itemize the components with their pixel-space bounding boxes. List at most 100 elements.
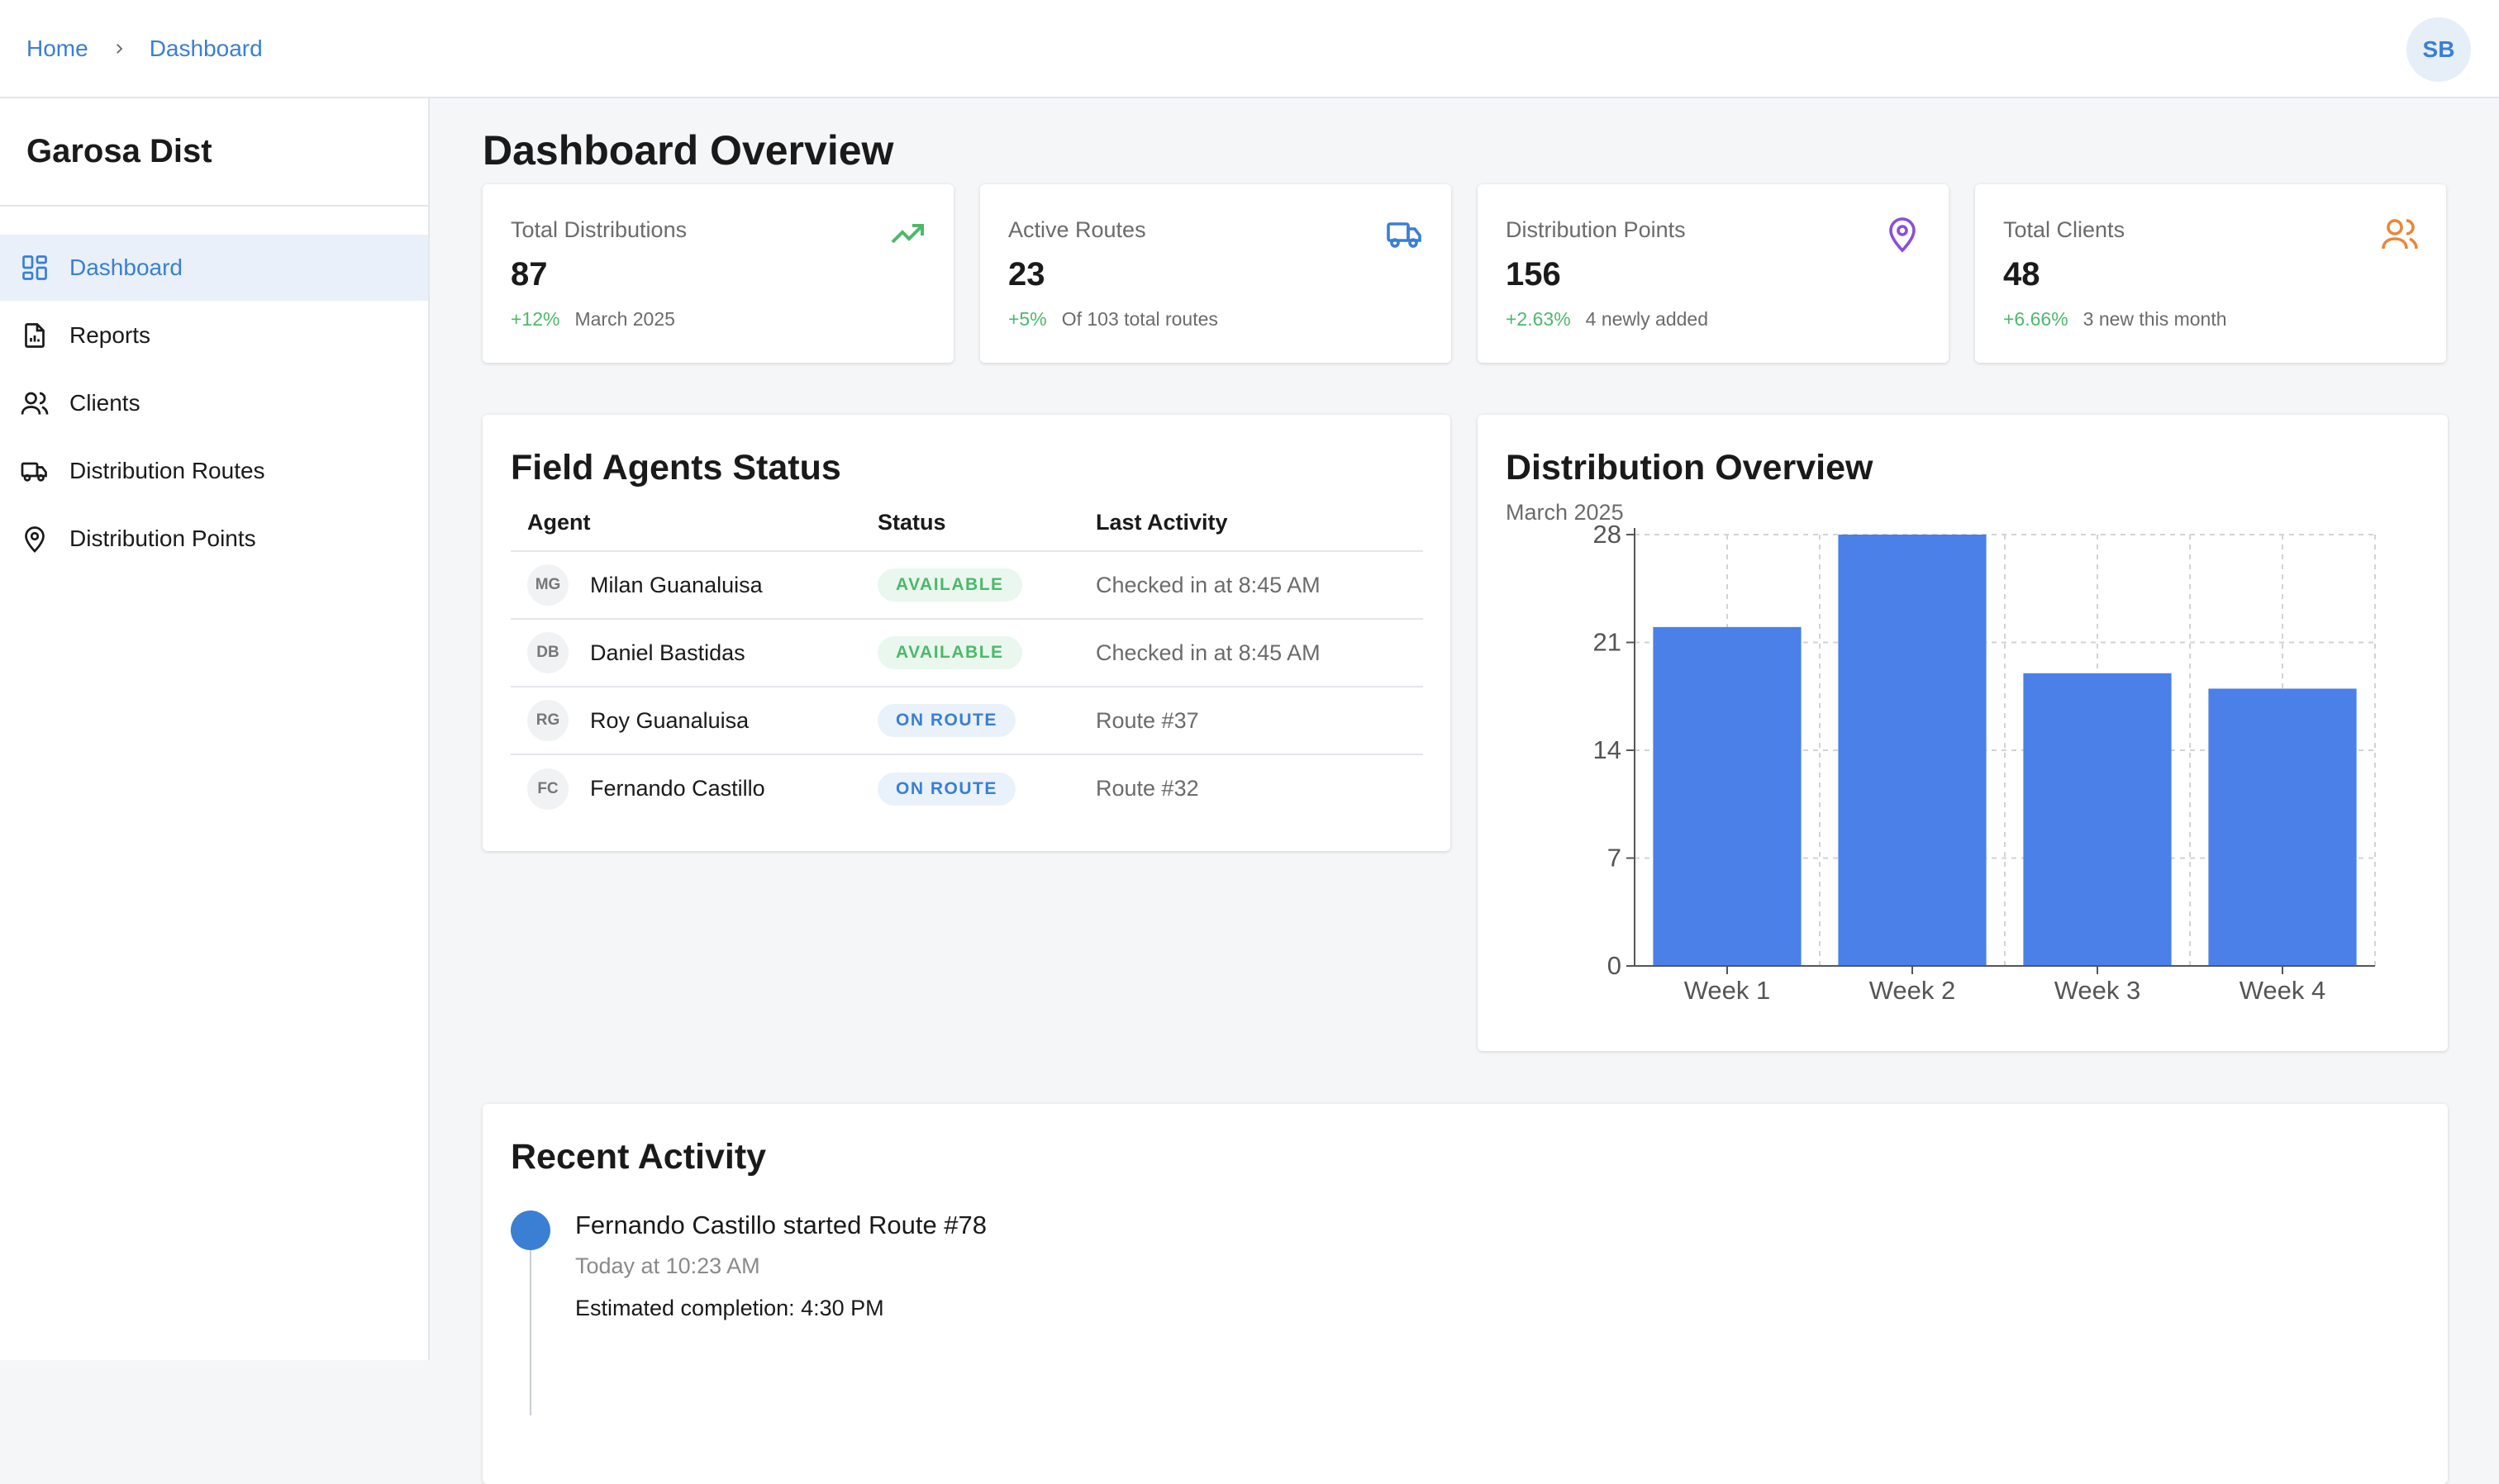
chart-bar: [2208, 688, 2357, 966]
x-tick-label: Week 3: [2054, 976, 2141, 1005]
stat-card-total-distributions: Total Distributions 87 +12% March 2025: [483, 184, 954, 363]
users-icon: [2380, 214, 2420, 254]
users-icon: [20, 388, 50, 418]
column-header-status: Status: [861, 503, 1079, 552]
status-badge: AVAILABLE: [878, 568, 1022, 602]
sidebar-item-distribution-routes[interactable]: Distribution Routes: [0, 438, 428, 504]
sidebar-item-label: Dashboard: [69, 254, 183, 280]
chevron-right-icon: [112, 41, 126, 56]
table-row[interactable]: DB Daniel Bastidas AVAILABLE Checked in a…: [511, 619, 1423, 687]
stat-card-active-routes: Active Routes 23 +5% Of 103 total routes: [980, 184, 1451, 363]
y-tick-label: 21: [1593, 628, 1621, 657]
last-activity: Checked in at 8:45 AM: [1079, 551, 1423, 620]
last-activity: Checked in at 8:45 AM: [1079, 619, 1423, 687]
distribution-overview-card: Distribution Overview March 2025 0 7 14 21 2…: [1478, 415, 2448, 1051]
activity-title: Fernando Castillo started Route #78: [575, 1211, 988, 1239]
activity-item[interactable]: Fernando Castillo started Route #78 Toda…: [575, 1211, 2420, 1321]
agent-avatar: FC: [527, 768, 569, 810]
status-badge: AVAILABLE: [878, 636, 1022, 669]
truck-icon: [20, 456, 50, 486]
sidebar-item-label: Distribution Routes: [69, 458, 265, 483]
sidebar-item-label: Clients: [69, 390, 140, 416]
stat-card-total-clients: Total Clients 48 +6.66% 3 new this month: [1975, 184, 2446, 363]
sidebar-item-reports[interactable]: Reports: [0, 302, 428, 369]
stat-delta: +12%: [511, 308, 560, 330]
y-tick-label: 7: [1607, 844, 1621, 873]
sidebar-item-clients[interactable]: Clients: [0, 370, 428, 436]
report-document-icon: [20, 321, 50, 350]
agent-avatar: MG: [527, 564, 569, 606]
activity-time: Today at 10:23 AM: [575, 1253, 760, 1278]
stat-label: Active Routes: [1008, 217, 1146, 242]
x-tick-label: Week 2: [1869, 976, 1956, 1005]
column-header-last-activity: Last Activity: [1079, 503, 1423, 552]
agent-name: Milan Guanaluisa: [590, 572, 763, 597]
stat-note: March 2025: [574, 308, 675, 330]
sidebar-item-label: Distribution Points: [69, 526, 256, 551]
sidebar-item-distribution-points[interactable]: Distribution Points: [0, 506, 428, 572]
activity-detail: Estimated completion: 4:30 PM: [575, 1296, 884, 1320]
agent-name: Fernando Castillo: [590, 776, 765, 801]
sidebar-item-label: Reports: [69, 322, 151, 348]
map-pin-icon: [20, 524, 50, 554]
stat-value: 156: [1506, 256, 1561, 293]
activity-timeline: Fernando Castillo started Route #78 Toda…: [511, 1211, 2420, 1415]
breadcrumb: Home Dashboard: [26, 36, 263, 62]
truck-icon: [1385, 214, 1425, 254]
field-agents-table: Agent Status Last Activity MG Milan Guana…: [511, 503, 1423, 822]
stat-value: 48: [2003, 256, 2040, 293]
dashboard-grid-icon: [20, 253, 50, 283]
stat-delta: +5%: [1008, 308, 1047, 330]
agent-avatar: DB: [527, 632, 569, 673]
stats-row: Total Distributions 87 +12% March 2025 Ac…: [483, 184, 2448, 363]
field-agents-card: Field Agents Status Agent Status Last Ac…: [483, 415, 1450, 851]
stat-label: Total Clients: [2003, 217, 2125, 242]
sidebar-item-dashboard[interactable]: Dashboard: [0, 235, 428, 301]
stat-note: 3 new this month: [2082, 308, 2227, 330]
status-badge: ON ROUTE: [878, 704, 1016, 737]
stat-value: 87: [511, 256, 548, 293]
agent-name: Daniel Bastidas: [590, 640, 745, 665]
last-activity: Route #37: [1079, 687, 1423, 755]
stat-value: 23: [1008, 256, 1045, 293]
timeline-dot: [511, 1211, 550, 1250]
stat-delta: +2.63%: [1506, 308, 1571, 330]
breadcrumb-home-link[interactable]: Home: [26, 36, 88, 62]
stat-label: Distribution Points: [1506, 217, 1686, 242]
table-row[interactable]: FC Fernando Castillo ON ROUTE Route #32: [511, 754, 1423, 822]
user-avatar[interactable]: SB: [2406, 17, 2471, 82]
chart-bar: [2023, 673, 2172, 966]
x-tick-label: Week 4: [2240, 976, 2326, 1005]
chart-bar: [1653, 626, 1802, 966]
stat-delta: +6.66%: [2003, 308, 2068, 330]
chart-bar: [1838, 535, 1987, 966]
brand-name: Garosa Dist: [0, 98, 428, 207]
agent-avatar: RG: [527, 700, 569, 741]
stat-card-distribution-points: Distribution Points 156 +2.63% 4 newly ad…: [1478, 184, 1949, 363]
map-pin-icon: [1883, 214, 1922, 254]
last-activity: Route #32: [1096, 776, 1199, 801]
stat-note: Of 103 total routes: [1061, 308, 1218, 330]
agent-name: Roy Guanaluisa: [590, 707, 750, 733]
recent-activity-card: Recent Activity Fernando Castillo starte…: [483, 1104, 2448, 1484]
column-header-agent: Agent: [511, 503, 861, 552]
sidebar: Garosa Dist Dashboard Reports Clients Di…: [0, 98, 430, 1360]
top-bar: Home Dashboard SB: [0, 0, 2499, 98]
table-row[interactable]: MG Milan Guanaluisa AVAILABLE Checked in …: [511, 551, 1423, 620]
table-row[interactable]: RG Roy Guanaluisa ON ROUTE Route #37: [511, 687, 1423, 755]
y-tick-label: 28: [1593, 520, 1621, 549]
trending-up-icon: [888, 214, 927, 254]
field-agents-title: Field Agents Status: [511, 448, 841, 488]
main-content: Dashboard Overview Total Distributions 8…: [483, 98, 2448, 1484]
stat-note: 4 newly added: [1585, 308, 1708, 330]
y-tick-label: 14: [1593, 735, 1621, 764]
x-tick-label: Week 1: [1684, 976, 1771, 1005]
timeline-line: [530, 1250, 531, 1415]
status-badge: ON ROUTE: [878, 772, 1016, 806]
recent-activity-title: Recent Activity: [511, 1137, 767, 1177]
bar-chart: 0 7 14 21 28 Week 1 Week 2 Week 3 Week 4: [1593, 520, 2376, 1005]
breadcrumb-current[interactable]: Dashboard: [150, 36, 263, 62]
sidebar-nav: Dashboard Reports Clients Distribution R…: [0, 235, 428, 572]
stat-label: Total Distributions: [511, 217, 688, 242]
page-title: Dashboard Overview: [483, 127, 894, 174]
